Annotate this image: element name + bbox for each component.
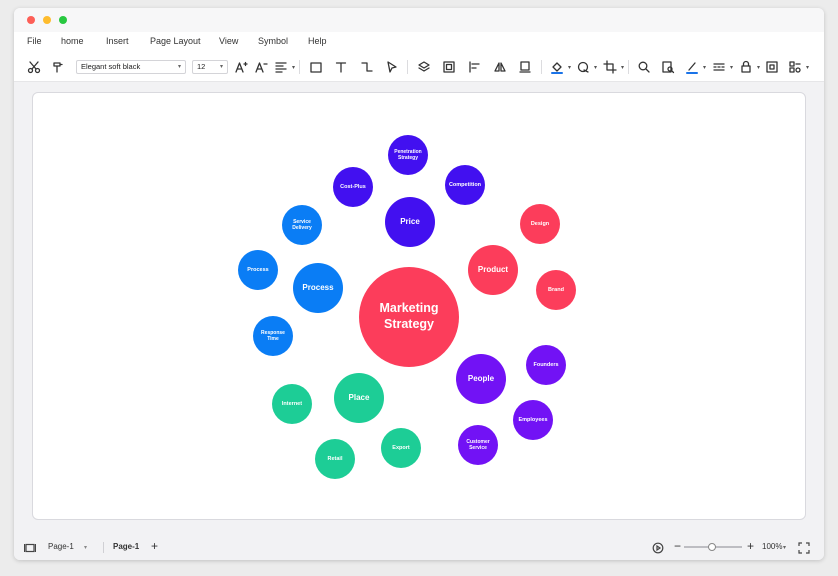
bubble-response-time[interactable]: Response Time <box>253 316 293 356</box>
chevron-down-icon: ▾ <box>805 65 809 71</box>
font-size-select[interactable]: 12 ▾ <box>192 60 228 74</box>
group-icon[interactable] <box>441 59 457 75</box>
chevron-down-icon: ▾ <box>620 65 624 71</box>
fit-icon[interactable] <box>764 59 780 75</box>
text-icon[interactable] <box>333 59 349 75</box>
line-style-icon[interactable]: ▾ <box>711 59 733 75</box>
add-page-button[interactable]: + <box>151 539 158 553</box>
chevron-down-icon: ▾ <box>291 65 295 71</box>
bubble-center[interactable]: Marketing Strategy <box>359 267 459 367</box>
chevron-down-icon[interactable]: ▾ <box>84 544 87 551</box>
font-size-value: 12 <box>197 62 206 71</box>
tab-page-1[interactable]: Page-1 <box>113 542 139 551</box>
rectangle-icon[interactable] <box>308 59 324 75</box>
frame-icon[interactable] <box>517 59 533 75</box>
layers-icon[interactable] <box>416 59 432 75</box>
toolbar-divider <box>299 60 300 74</box>
zoom-in-button[interactable]: + <box>747 539 754 553</box>
app-window: File home Insert Page Layout View Symbol… <box>14 8 824 560</box>
title-bar <box>14 8 824 32</box>
font-increase-icon[interactable] <box>233 59 249 75</box>
crop-icon[interactable]: ▾ <box>602 59 624 75</box>
fill-icon[interactable]: ▾ <box>549 59 571 75</box>
align-left-icon[interactable] <box>467 59 483 75</box>
bubble-employees[interactable]: Employees <box>513 400 553 440</box>
scissors-icon[interactable] <box>26 59 42 75</box>
search-icon[interactable] <box>636 59 652 75</box>
bubble-internet[interactable]: Internet <box>272 384 312 424</box>
chevron-down-icon: ▾ <box>567 65 571 71</box>
font-decrease-icon[interactable] <box>253 59 269 75</box>
bubble-founders[interactable]: Founders <box>526 345 566 385</box>
align-icon[interactable]: ▾ <box>273 59 295 75</box>
format-painter-icon[interactable] <box>50 59 66 75</box>
bubble-brand[interactable]: Brand <box>536 270 576 310</box>
bubble-export[interactable]: Export <box>381 428 421 468</box>
chevron-down-icon[interactable]: ▾ <box>783 544 786 551</box>
close-window-button[interactable] <box>27 16 35 24</box>
chevron-down-icon: ▾ <box>177 64 181 70</box>
font-family-value: Elegant soft black <box>81 62 141 71</box>
more-icon[interactable]: ▾ <box>787 59 809 75</box>
menu-page-layout[interactable]: Page Layout <box>150 36 201 46</box>
bubble-competition[interactable]: Competition <box>445 165 485 205</box>
line-color-icon[interactable]: ▾ <box>684 59 706 75</box>
page-view-icon[interactable] <box>23 541 37 553</box>
pointer-icon[interactable] <box>384 59 400 75</box>
drawing-canvas[interactable]: Marketing Strategy Price Penetration Str… <box>32 92 806 520</box>
status-divider <box>103 542 104 553</box>
play-icon[interactable] <box>652 541 664 554</box>
bubble-price[interactable]: Price <box>385 197 435 247</box>
zoom-slider-handle[interactable] <box>708 543 716 551</box>
menu-help[interactable]: Help <box>308 36 327 46</box>
bubble-service-delivery[interactable]: Service Delivery <box>282 205 322 245</box>
bubble-people[interactable]: People <box>456 354 506 404</box>
menu-symbol[interactable]: Symbol <box>258 36 288 46</box>
find-replace-icon[interactable] <box>660 59 676 75</box>
status-bar: Page-1 ▾ Page-1 + − + 100% ▾ <box>14 534 824 560</box>
menu-view[interactable]: View <box>219 36 238 46</box>
fullscreen-icon[interactable] <box>798 541 810 554</box>
maximize-window-button[interactable] <box>59 16 67 24</box>
menu-home[interactable]: home <box>61 36 84 46</box>
chevron-down-icon: ▾ <box>756 65 760 71</box>
menu-bar: File home Insert Page Layout View Symbol… <box>14 32 824 52</box>
flip-icon[interactable] <box>492 59 508 75</box>
toolbar-divider <box>628 60 629 74</box>
bubble-retail[interactable]: Retail <box>315 439 355 479</box>
font-family-select[interactable]: Elegant soft black ▾ <box>76 60 186 74</box>
menu-file[interactable]: File <box>27 36 42 46</box>
chevron-down-icon: ▾ <box>593 65 597 71</box>
chevron-down-icon: ▾ <box>219 64 223 70</box>
bubble-customer-service[interactable]: Customer Service <box>458 425 498 465</box>
bubble-design[interactable]: Design <box>520 204 560 244</box>
toolbar-divider <box>407 60 408 74</box>
bubble-product[interactable]: Product <box>468 245 518 295</box>
toolbar-divider <box>541 60 542 74</box>
toolbar: Elegant soft black ▾ 12 ▾ ▾ ▾ ▾ ▾ ▾ ▾ ▾ … <box>14 52 824 82</box>
chevron-down-icon: ▾ <box>702 65 706 71</box>
zoom-out-button[interactable]: − <box>674 539 681 553</box>
bubble-process-small[interactable]: Process <box>238 250 278 290</box>
shape-style-icon[interactable]: ▾ <box>575 59 597 75</box>
menu-insert[interactable]: Insert <box>106 36 129 46</box>
bubble-process[interactable]: Process <box>293 263 343 313</box>
minimize-window-button[interactable] <box>43 16 51 24</box>
chevron-down-icon: ▾ <box>729 65 733 71</box>
bubble-penetration-strategy[interactable]: Penetration Strategy <box>388 135 428 175</box>
zoom-level[interactable]: 100% <box>762 542 782 551</box>
connector-icon[interactable] <box>359 59 375 75</box>
lock-icon[interactable]: ▾ <box>738 59 760 75</box>
bubble-place[interactable]: Place <box>334 373 384 423</box>
bubble-cost-plus[interactable]: Cost-Plus <box>333 167 373 207</box>
page-select[interactable]: Page-1 <box>48 542 74 551</box>
